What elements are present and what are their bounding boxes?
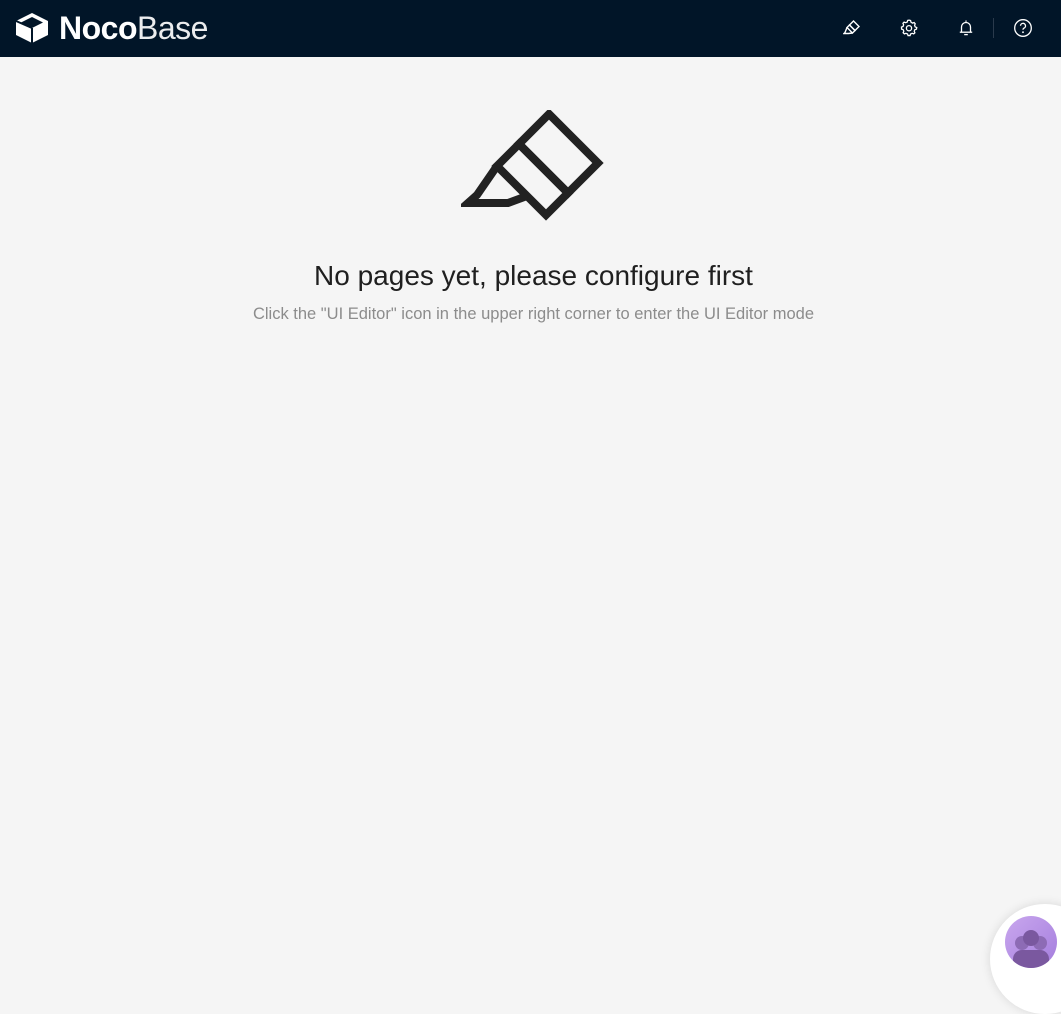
- support-agents-avatar: [1005, 916, 1057, 968]
- empty-state-description: Click the "UI Editor" icon in the upper …: [252, 305, 815, 323]
- brand-name-light: Base: [137, 10, 208, 46]
- notifications-button[interactable]: [954, 16, 978, 40]
- help-icon: [1014, 19, 1032, 37]
- logo-mark-icon: [15, 13, 48, 43]
- nocobase-logo[interactable]: Noco Base: [14, 10, 208, 46]
- help-button[interactable]: [1011, 16, 1035, 40]
- top-navbar: Noco Base: [0, 0, 1061, 57]
- brand-name-bold: Noco: [59, 10, 138, 46]
- settings-icon: [900, 19, 918, 37]
- header-actions: [761, 0, 1061, 57]
- support-chat-bubble[interactable]: [990, 904, 1061, 1014]
- header-divider: [993, 18, 994, 38]
- empty-state-title: No pages yet, please configure first: [314, 260, 753, 291]
- settings-button[interactable]: [897, 16, 921, 40]
- ui-editor-icon: [461, 110, 604, 221]
- ui-editor-icon: [843, 20, 860, 35]
- notification-bell-icon: [959, 20, 973, 36]
- ui-editor-button[interactable]: [840, 16, 864, 40]
- support-agents-icon: [1013, 930, 1049, 968]
